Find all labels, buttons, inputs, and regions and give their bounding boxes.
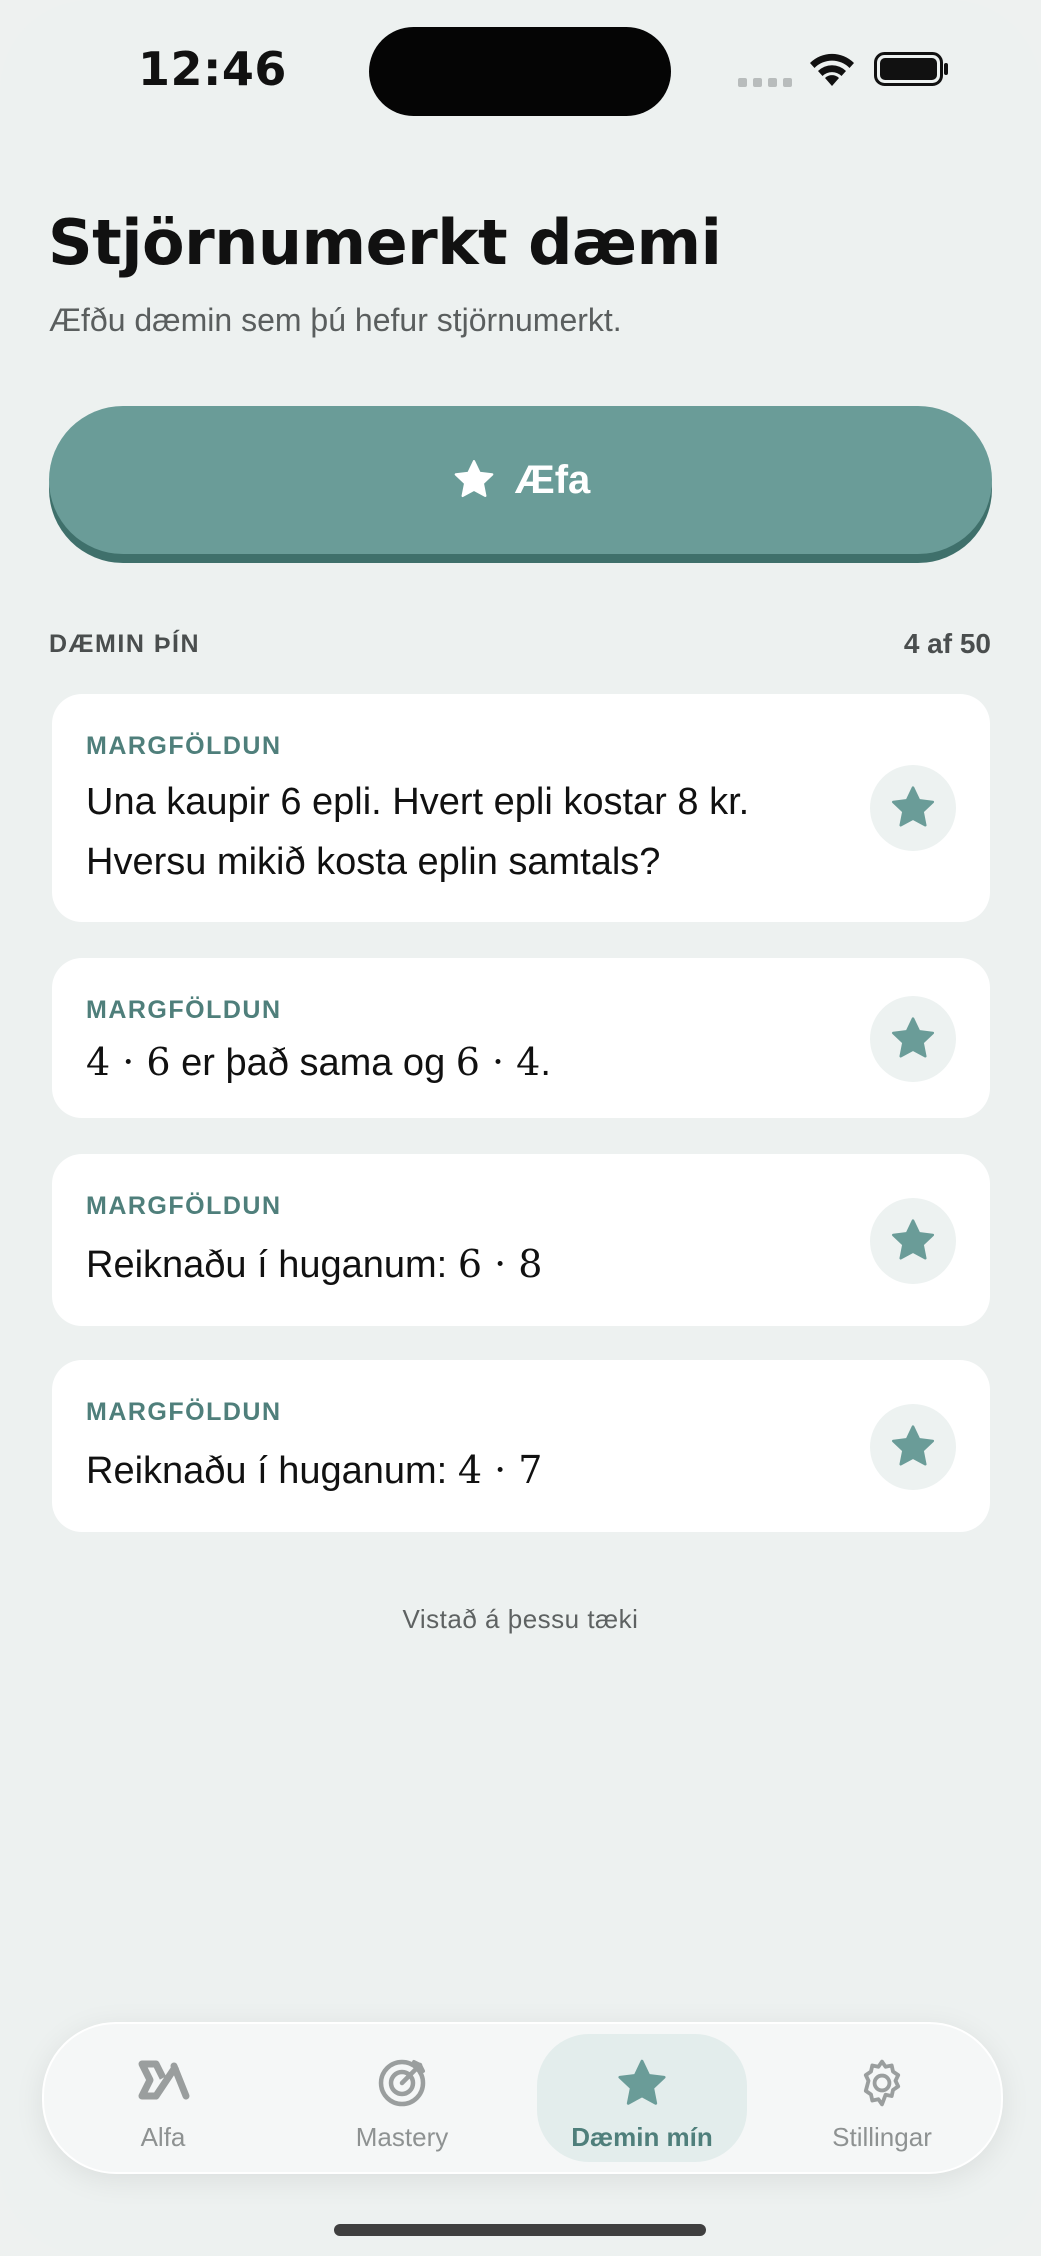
tab-label: Stillingar xyxy=(832,2122,932,2152)
gear-icon xyxy=(777,2056,987,2108)
tab-bar: Alfa Mastery Dæmin mín Stillingar xyxy=(42,2022,1003,2174)
card-question-line: Hversu mikið kosta eplin samtals? xyxy=(86,841,661,883)
card-question: Reiknaðu í huganum: 4 · 7 xyxy=(86,1440,846,1501)
target-icon xyxy=(297,2056,507,2108)
status-time: 12:46 xyxy=(138,42,287,96)
card-category: MARGFÖLDUN xyxy=(86,1192,282,1220)
battery-icon xyxy=(874,52,950,91)
star-icon xyxy=(891,786,935,827)
card-category: MARGFÖLDUN xyxy=(86,1398,282,1426)
star-icon xyxy=(454,460,494,498)
star-icon xyxy=(891,1425,935,1466)
unstar-button[interactable] xyxy=(870,765,956,851)
math-expression: 4 · 6 xyxy=(86,1040,171,1084)
card-question-text: er það sama og xyxy=(170,1042,456,1084)
wifi-icon xyxy=(806,50,858,93)
practice-button[interactable]: Æfa xyxy=(49,406,992,554)
card-question-text: Reiknaðu í huganum: xyxy=(86,1450,458,1492)
tab-mastery[interactable]: Mastery xyxy=(297,2034,507,2162)
tab-settings[interactable]: Stillingar xyxy=(777,2034,987,2162)
tab-label: Alfa xyxy=(140,2122,186,2152)
card-category: MARGFÖLDUN xyxy=(86,732,282,760)
math-expression: 6 · 8 xyxy=(457,1242,543,1286)
unstar-button[interactable] xyxy=(870,1198,956,1284)
tab-label: Mastery xyxy=(355,2122,449,2152)
storage-note: Vistað á þessu tæki xyxy=(402,1604,639,1634)
alfa-icon xyxy=(58,2056,268,2108)
star-icon xyxy=(891,1017,935,1058)
card-question: Reiknaðu í huganum: 6 · 8 xyxy=(86,1234,846,1295)
section-label: DÆMIN ÞÍN xyxy=(49,630,200,658)
star-icon xyxy=(891,1219,935,1260)
problem-card[interactable]: MARGFÖLDUN Una kaupir 6 epli. Hvert epli… xyxy=(52,694,990,922)
home-indicator[interactable] xyxy=(334,2224,706,2236)
card-category: MARGFÖLDUN xyxy=(86,996,282,1024)
card-question: 4 · 6 er það sama og 6 · 4. xyxy=(86,1032,846,1093)
page-title: Stjörnumerkt dæmi xyxy=(48,206,722,279)
practice-button-label: Æfa xyxy=(514,457,591,502)
tab-alfa[interactable]: Alfa xyxy=(58,2034,268,2162)
star-icon xyxy=(537,2056,747,2108)
card-question-text: Reiknaðu í huganum: xyxy=(86,1244,458,1286)
card-question-line: Una kaupir 6 epli. Hvert epli kostar 8 k… xyxy=(86,781,750,823)
problem-card[interactable]: MARGFÖLDUN Reiknaðu í huganum: 6 · 8 xyxy=(52,1154,990,1326)
section-count: 4 af 50 xyxy=(903,628,991,659)
page-subtitle: Æfðu dæmin sem þú hefur stjörnumerkt. xyxy=(49,302,622,338)
unstar-button[interactable] xyxy=(870,996,956,1082)
unstar-button[interactable] xyxy=(870,1404,956,1490)
tab-my-problems[interactable]: Dæmin mín xyxy=(537,2034,747,2162)
problem-card[interactable]: MARGFÖLDUN 4 · 6 er það sama og 6 · 4. xyxy=(52,958,990,1118)
card-question-text: . xyxy=(540,1042,551,1084)
cellular-signal-icon xyxy=(738,74,798,92)
dynamic-island xyxy=(369,27,671,116)
math-expression: 6 · 4 xyxy=(455,1040,541,1084)
tab-label: Dæmin mín xyxy=(571,2122,713,2152)
problem-card[interactable]: MARGFÖLDUN Reiknaðu í huganum: 4 · 7 xyxy=(52,1360,990,1532)
card-question: Una kaupir 6 epli. Hvert epli kostar 8 k… xyxy=(86,772,846,892)
math-expression: 4 · 7 xyxy=(457,1448,543,1492)
phone-screen: 12:46 Stjörnumerkt dæmi Æfðu dæmin sem þ… xyxy=(0,0,1041,2256)
